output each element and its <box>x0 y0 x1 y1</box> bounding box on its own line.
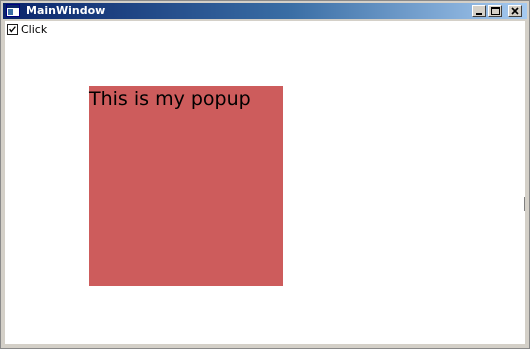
close-icon <box>511 7 519 15</box>
app-window-icon[interactable] <box>6 4 20 17</box>
click-checkbox-row[interactable]: Click <box>7 23 47 36</box>
click-checkbox[interactable] <box>7 24 18 35</box>
popup-text: This is my popup <box>89 88 251 110</box>
window-edge-grip[interactable] <box>524 197 529 211</box>
window-client-area: Click This is my popup <box>5 21 525 344</box>
title-bar[interactable]: MainWindow <box>3 3 527 19</box>
maximize-button[interactable] <box>488 5 502 17</box>
main-window: MainWindow Click This is my popup <box>0 0 530 349</box>
checkmark-icon <box>9 26 16 33</box>
close-button[interactable] <box>508 5 522 17</box>
minimize-icon <box>476 13 482 15</box>
minimize-button[interactable] <box>472 5 486 17</box>
checkbox-label[interactable]: Click <box>21 23 47 36</box>
popup: This is my popup <box>89 86 283 286</box>
window-title: MainWindow <box>26 4 106 17</box>
maximize-icon <box>491 7 500 15</box>
